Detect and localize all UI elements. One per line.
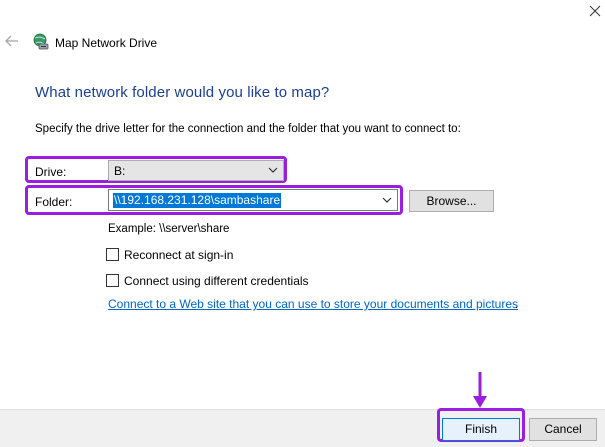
example-text: Example: \\server\share [108,223,230,235]
cancel-button[interactable]: Cancel [529,418,597,441]
dialog-title: Map Network Drive [55,36,158,50]
folder-label: Folder: [35,195,73,209]
page-heading: What network folder would you like to ma… [35,84,330,101]
network-drive-icon [32,33,50,51]
reconnect-checkbox-row[interactable]: Reconnect at sign-in [106,248,233,262]
back-arrow-icon[interactable] [4,33,20,49]
link-period: . [515,297,519,311]
finish-button[interactable]: Finish [442,418,520,441]
folder-input[interactable]: \\192.168.231.128\sambashare [108,189,398,211]
instructions-text: Specify the drive letter for the connect… [35,123,461,135]
reconnect-checkbox-label: Reconnect at sign-in [124,248,234,262]
credentials-checkbox-row[interactable]: Connect using different credentials [106,274,309,288]
folder-value-selected: \\192.168.231.128\sambashare [113,193,282,208]
map-network-drive-dialog: Map Network Drive What network folder wo… [0,0,605,447]
drive-select[interactable]: B: [108,160,284,181]
drive-label: Drive: [35,165,67,179]
credentials-checkbox[interactable] [106,274,119,287]
chevron-down-icon[interactable] [381,194,393,206]
chevron-down-icon [267,164,279,176]
credentials-checkbox-label: Connect using different credentials [124,274,309,288]
close-icon[interactable] [587,3,603,19]
reconnect-checkbox[interactable] [106,248,119,261]
browse-button[interactable]: Browse... [409,190,494,212]
arrow-down-icon [472,370,488,410]
web-storage-link[interactable]: Connect to a Web site that you can use t… [108,297,518,311]
drive-value: B: [114,164,126,178]
